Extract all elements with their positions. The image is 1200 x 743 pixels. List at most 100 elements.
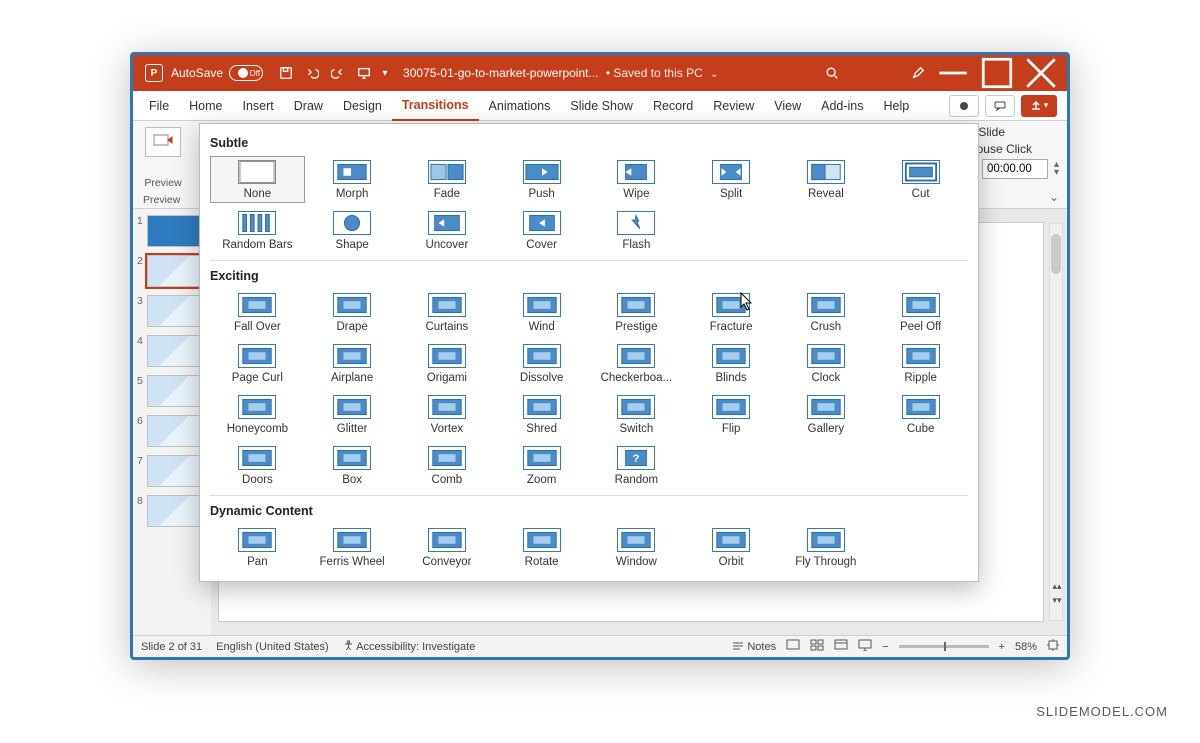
zoom-slider[interactable]	[899, 645, 989, 648]
transition-option[interactable]: Glitter	[305, 391, 400, 438]
transition-option[interactable]: Cut	[873, 156, 968, 203]
transition-option[interactable]: Crush	[779, 289, 874, 336]
slide-thumbnail[interactable]	[147, 335, 201, 367]
search-button[interactable]	[819, 55, 845, 91]
transition-option[interactable]: Fracture	[684, 289, 779, 336]
transition-option[interactable]: Split	[684, 156, 779, 203]
window-maximize-button[interactable]	[975, 55, 1019, 91]
transition-option[interactable]: Cube	[873, 391, 968, 438]
zoom-out-button[interactable]: −	[882, 641, 888, 653]
transition-option[interactable]: Shape	[305, 207, 400, 254]
slide-sorter-view-button[interactable]	[810, 639, 824, 654]
scrollbar-thumb[interactable]	[1051, 234, 1061, 274]
qat-overflow-button[interactable]: ▾	[377, 55, 393, 91]
present-from-start-button[interactable]	[351, 55, 377, 91]
next-slide-button[interactable]: ▾▾	[1050, 595, 1064, 606]
transitions-gallery[interactable]: SubtleNoneMorphFadePushWipeSplitRevealCu…	[199, 123, 979, 582]
tab-file[interactable]: File	[139, 91, 179, 121]
transition-option[interactable]: Page Curl	[210, 340, 305, 387]
transition-option[interactable]: None	[210, 156, 305, 203]
transition-option[interactable]: Dissolve	[494, 340, 589, 387]
transition-option[interactable]: Wind	[494, 289, 589, 336]
tab-transitions[interactable]: Transitions	[392, 91, 479, 121]
transition-option[interactable]: Curtains	[400, 289, 495, 336]
transition-option[interactable]: Cover	[494, 207, 589, 254]
transition-option[interactable]: Random Bars	[210, 207, 305, 254]
tab-record[interactable]: Record	[643, 91, 703, 121]
transition-option[interactable]: Fly Through	[779, 524, 874, 571]
camera-record-button[interactable]	[949, 95, 979, 117]
after-time-input[interactable]	[982, 159, 1048, 179]
tab-view[interactable]: View	[764, 91, 811, 121]
share-button[interactable]: ▾	[1021, 95, 1057, 117]
transition-option[interactable]: Gallery	[779, 391, 874, 438]
redo-button[interactable]	[325, 55, 351, 91]
transition-option[interactable]: Flash	[589, 207, 684, 254]
transition-option[interactable]: Pan	[210, 524, 305, 571]
tab-review[interactable]: Review	[703, 91, 764, 121]
transition-option[interactable]: Shred	[494, 391, 589, 438]
window-close-button[interactable]	[1019, 55, 1063, 91]
transition-option[interactable]: Orbit	[684, 524, 779, 571]
tab-animations[interactable]: Animations	[479, 91, 561, 121]
slide-thumbnail[interactable]	[147, 415, 201, 447]
ribbon-collapse-button[interactable]: ⌄	[1049, 190, 1059, 204]
tab-home[interactable]: Home	[179, 91, 232, 121]
transition-option[interactable]: Drape	[305, 289, 400, 336]
edit-pen-button[interactable]	[905, 55, 931, 91]
undo-button[interactable]	[299, 55, 325, 91]
slide-thumbnail[interactable]	[147, 495, 201, 527]
accessibility-status[interactable]: Accessibility: Investigate	[343, 640, 476, 653]
notes-button[interactable]: Notes	[732, 640, 776, 653]
normal-view-button[interactable]	[786, 639, 800, 654]
transition-option[interactable]: Switch	[589, 391, 684, 438]
prev-slide-button[interactable]: ▴▴	[1050, 581, 1064, 592]
tab-slide-show[interactable]: Slide Show	[560, 91, 643, 121]
transition-option[interactable]: Vortex	[400, 391, 495, 438]
transition-option[interactable]: Checkerboa...	[589, 340, 684, 387]
slide-thumbnail[interactable]	[147, 455, 201, 487]
transition-option[interactable]: Peel Off	[873, 289, 968, 336]
transition-option[interactable]: Fall Over	[210, 289, 305, 336]
transition-option[interactable]: Prestige	[589, 289, 684, 336]
tab-design[interactable]: Design	[333, 91, 392, 121]
transition-option[interactable]: ?Random	[589, 442, 684, 489]
comments-button[interactable]	[985, 95, 1015, 117]
transition-option[interactable]: Honeycomb	[210, 391, 305, 438]
zoom-level[interactable]: 58%	[1015, 641, 1037, 653]
language-indicator[interactable]: English (United States)	[216, 641, 329, 653]
transition-option[interactable]: Window	[589, 524, 684, 571]
transition-option[interactable]: Blinds	[684, 340, 779, 387]
transition-option[interactable]: Origami	[400, 340, 495, 387]
transition-option[interactable]: Fade	[400, 156, 495, 203]
fit-to-window-button[interactable]	[1047, 639, 1059, 654]
transition-option[interactable]: Comb	[400, 442, 495, 489]
transition-option[interactable]: Morph	[305, 156, 400, 203]
vertical-scrollbar[interactable]: ▴▴ ▾▾	[1049, 223, 1063, 621]
transition-option[interactable]: Reveal	[779, 156, 874, 203]
preview-button[interactable]	[145, 127, 181, 157]
transition-option[interactable]: Ferris Wheel	[305, 524, 400, 571]
autosave-toggle[interactable]: Off	[229, 65, 263, 81]
tab-draw[interactable]: Draw	[284, 91, 333, 121]
after-time-down[interactable]: ▾	[1054, 169, 1059, 177]
slide-thumbnail[interactable]	[147, 375, 201, 407]
transition-option[interactable]: Doors	[210, 442, 305, 489]
tab-help[interactable]: Help	[874, 91, 920, 121]
transition-option[interactable]: Flip	[684, 391, 779, 438]
transition-option[interactable]: Zoom	[494, 442, 589, 489]
transition-option[interactable]: Airplane	[305, 340, 400, 387]
transition-option[interactable]: Wipe	[589, 156, 684, 203]
transition-option[interactable]: Conveyor	[400, 524, 495, 571]
save-button[interactable]	[273, 55, 299, 91]
tab-insert[interactable]: Insert	[233, 91, 284, 121]
transition-option[interactable]: Clock	[779, 340, 874, 387]
slide-thumbnail[interactable]	[147, 215, 201, 247]
slide-thumbnail[interactable]	[147, 295, 201, 327]
reading-view-button[interactable]	[834, 639, 848, 654]
transition-option[interactable]: Box	[305, 442, 400, 489]
transition-option[interactable]: Rotate	[494, 524, 589, 571]
slide-thumbnail[interactable]	[147, 255, 201, 287]
tab-addins[interactable]: Add-ins	[811, 91, 873, 121]
transition-option[interactable]: Push	[494, 156, 589, 203]
